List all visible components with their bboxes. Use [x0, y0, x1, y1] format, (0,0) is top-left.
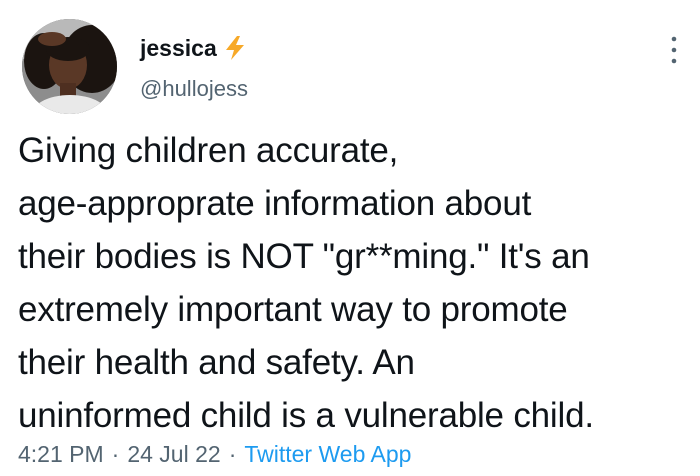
meta-separator: · — [228, 441, 237, 467]
tweet-text-line: their bodies is NOT "gr**ming." It's an — [18, 237, 590, 276]
lightning-bolt-icon — [224, 35, 246, 61]
tweet-text: Giving children accurate, age-approprate… — [18, 124, 693, 442]
tweet-text-line: extremely important way to promote — [18, 290, 568, 329]
tweet-text-line: Giving children accurate, — [18, 131, 399, 170]
tweet-date[interactable]: 24 Jul 22 — [127, 441, 220, 467]
tweet-source-link[interactable]: Twitter Web App — [244, 441, 411, 467]
meta-separator: · — [111, 441, 120, 467]
tweet-meta: 4:21 PM · 24 Jul 22 · Twitter Web App — [18, 439, 411, 469]
display-name[interactable]: jessica — [140, 33, 217, 63]
author-handle[interactable]: @hullojess — [140, 75, 248, 103]
more-vertical-icon[interactable] — [666, 33, 682, 67]
tweet-text-line: age-approprate information about — [18, 184, 532, 223]
tweet-text-line: uninformed child is a vulnerable child. — [18, 396, 594, 435]
tweet-text-line: their health and safety. An — [18, 343, 415, 382]
author-name-row: jessica — [140, 33, 246, 63]
tweet-time[interactable]: 4:21 PM — [18, 441, 104, 467]
tweet: jessica @hullojess Giving children accur… — [0, 0, 700, 476]
avatar[interactable] — [22, 19, 117, 114]
